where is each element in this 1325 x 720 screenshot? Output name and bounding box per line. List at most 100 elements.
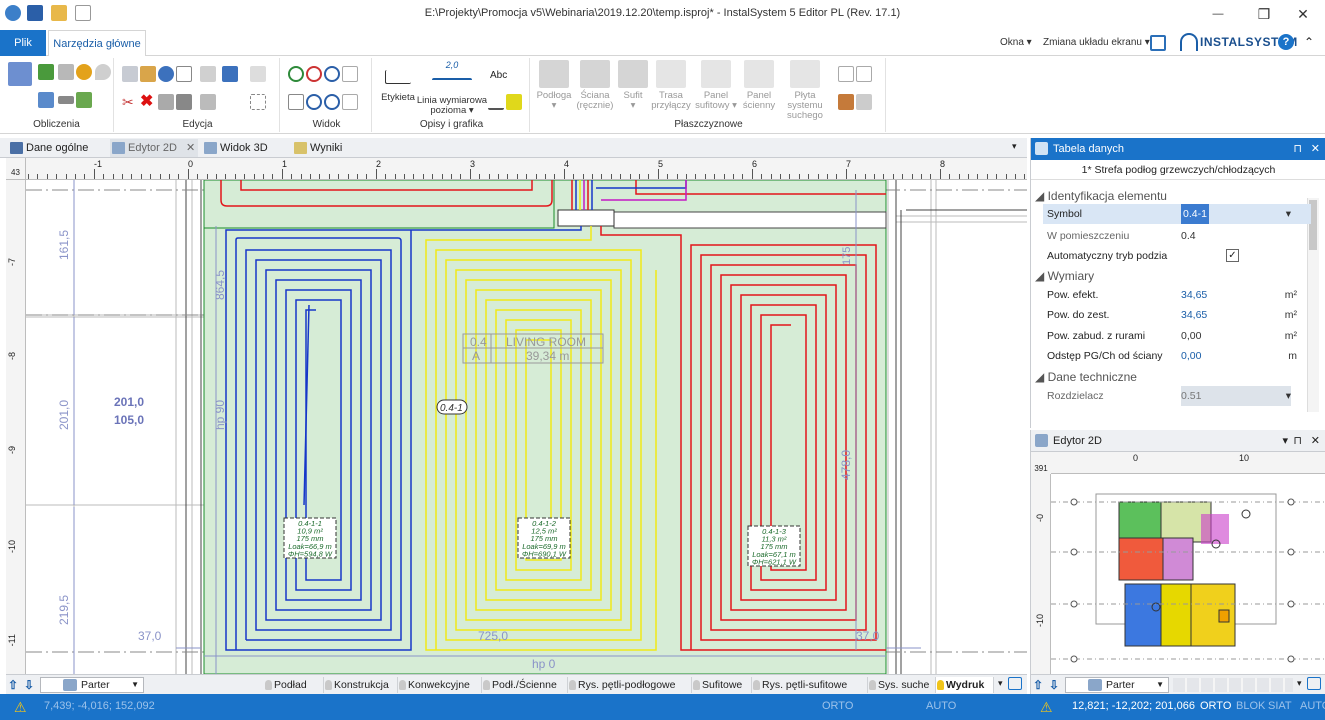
- ruler-icon[interactable]: [58, 96, 74, 104]
- category-technical[interactable]: ◢ Dane techniczne: [1035, 370, 1137, 384]
- row-pow-efekt[interactable]: Pow. efekt. 34,65 m²: [1043, 285, 1311, 305]
- arrow-up-icon[interactable]: ⇧: [8, 677, 24, 693]
- label-button[interactable]: Etykieta: [378, 60, 418, 103]
- odstep-value[interactable]: 0,00: [1181, 346, 1201, 366]
- layers-icon[interactable]: [176, 94, 192, 110]
- auto-checkbox[interactable]: ✓: [1226, 249, 1239, 262]
- zoom-all-icon[interactable]: [324, 94, 340, 110]
- balance-icon[interactable]: [76, 64, 92, 80]
- pow-ef-value[interactable]: 34,65: [1181, 285, 1207, 305]
- dimension-line-button[interactable]: 2,0 Linia wymiarowa pozioma ▾: [416, 60, 488, 116]
- transform-icon[interactable]: [200, 94, 216, 110]
- layer-tab[interactable]: Sufitowe: [692, 677, 752, 693]
- row-pow-zabud[interactable]: Pow. zabud. z rurami 0,00 m²: [1043, 326, 1311, 346]
- rozdz-dropdown[interactable]: ▾: [1286, 386, 1291, 406]
- floor-button[interactable]: Podłoga ▾: [534, 60, 574, 111]
- collapse-ribbon-icon[interactable]: ⌃: [1304, 34, 1320, 50]
- align-icon[interactable]: [222, 66, 238, 82]
- wall-panel-button[interactable]: Panel ścienny: [740, 60, 778, 111]
- tab-general-data[interactable]: Dane ogólne: [8, 139, 108, 157]
- tab-list-dropdown[interactable]: ▾: [1012, 141, 1017, 152]
- tab-results[interactable]: Wyniki: [292, 139, 362, 157]
- layer-more-dropdown[interactable]: ▾: [998, 678, 1003, 689]
- panel-close-icon[interactable]: ✕: [1311, 430, 1320, 452]
- layer-window-icon[interactable]: [1008, 677, 1022, 690]
- table-green-icon[interactable]: [38, 64, 54, 80]
- arrow-down-icon[interactable]: ⇩: [1049, 677, 1065, 693]
- route-button[interactable]: Trasa przyłączy: [650, 60, 692, 111]
- auto-toggle[interactable]: AUTO: [926, 700, 956, 712]
- auto-toggle-2[interactable]: AUTO: [1300, 700, 1325, 712]
- row-auto[interactable]: Automatyczny tryb podzia ✓: [1043, 246, 1311, 266]
- split-icon[interactable]: [200, 66, 216, 82]
- select-area-icon[interactable]: [250, 94, 266, 110]
- siat-toggle[interactable]: SIAT: [1268, 700, 1292, 712]
- orto-toggle[interactable]: ORTO: [822, 700, 853, 712]
- pow-zab-value[interactable]: 0,00: [1181, 326, 1201, 346]
- element-subject[interactable]: 1* Strefa podłog grzewczych/chłodzących: [1031, 160, 1325, 180]
- warning-icon-2[interactable]: ⚠: [1040, 699, 1056, 715]
- warning-icon[interactable]: ⚠: [14, 699, 30, 715]
- arrow-up-icon[interactable]: ⇧: [1033, 677, 1049, 693]
- symbol-dropdown[interactable]: ▾: [1286, 204, 1291, 224]
- windows-menu[interactable]: Okna ▾: [1000, 37, 1032, 48]
- dry-system-button[interactable]: Płyta systemu suchego: [776, 60, 834, 121]
- copy-icon[interactable]: [122, 66, 138, 82]
- drop-icon[interactable]: [95, 64, 111, 80]
- monitor-icon[interactable]: [1150, 35, 1166, 51]
- panel-menu-icon[interactable]: ▾: [1282, 430, 1288, 452]
- blok-toggle[interactable]: BLOK: [1236, 700, 1265, 712]
- bars-icon[interactable]: [856, 94, 872, 110]
- zone-tag[interactable]: 0.4-1: [436, 399, 468, 415]
- tab-editor-2d[interactable]: Edytor 2D ✕: [110, 139, 198, 157]
- layer-tab[interactable]: Sys. suche: [868, 677, 936, 693]
- highlight-icon[interactable]: [506, 94, 522, 110]
- line-tool-icon[interactable]: [488, 94, 504, 110]
- layer-tab[interactable]: Podł./Ścienne: [482, 677, 568, 693]
- mini-map-drawing[interactable]: [1051, 474, 1325, 674]
- arrow-down-icon[interactable]: ⇩: [24, 677, 40, 693]
- paste-icon[interactable]: [140, 66, 156, 82]
- cabinet-icon[interactable]: [58, 64, 74, 80]
- pan-icon[interactable]: [288, 94, 304, 110]
- report-icon[interactable]: [76, 92, 92, 108]
- layer-tab[interactable]: Konwekcyjne: [398, 677, 482, 693]
- category-dimensions[interactable]: ◢ Wymiary: [1035, 269, 1094, 283]
- symbol-value[interactable]: 0.4-1: [1181, 204, 1209, 224]
- row-symbol[interactable]: Symbol 0.4-1 ▾: [1043, 204, 1311, 224]
- panel-close-icon[interactable]: ✕: [1311, 138, 1320, 160]
- grid-edit-icon[interactable]: [838, 66, 854, 82]
- layout-menu[interactable]: Zmiana układu ekranu ▾: [1043, 37, 1150, 48]
- floor-plan-drawing[interactable]: 0.4 LIVING ROOM A 39,34 m 0.4-1 0.4-1-11…: [26, 180, 1027, 674]
- box-icon[interactable]: [176, 66, 192, 82]
- close-tab-icon[interactable]: ✕: [186, 139, 195, 157]
- ceiling-panel-button[interactable]: Panel sufitowy ▾: [692, 60, 740, 111]
- layer-window-icon[interactable]: [1307, 677, 1321, 690]
- layer-tab[interactable]: Wydruk: [936, 677, 994, 693]
- layer-tab[interactable]: Konstrukcja: [324, 677, 398, 693]
- row-room[interactable]: W pomieszczeniu 0.4: [1043, 226, 1311, 246]
- text-abc-button[interactable]: Abc: [490, 70, 507, 81]
- drawing-canvas[interactable]: 0.4 LIVING ROOM A 39,34 m 0.4-1 0.4-1-1 1…: [26, 180, 1027, 674]
- delete-icon[interactable]: ✖: [140, 94, 156, 110]
- mini-more-dropdown[interactable]: ▾: [1297, 678, 1302, 689]
- zoom-prev-icon[interactable]: [306, 94, 322, 110]
- panel-pin-icon[interactable]: ⊓: [1293, 138, 1302, 160]
- category-identification[interactable]: ◢ Identyfikacja elementu: [1035, 189, 1167, 203]
- zoom-out-icon[interactable]: [306, 66, 322, 82]
- layer-tab[interactable]: Podład: [264, 677, 324, 693]
- minimize-button[interactable]: —: [1195, 0, 1241, 28]
- tab-home-tools[interactable]: Narzędzia główne: [48, 30, 146, 57]
- row-rozdzielacz[interactable]: Rozdzielacz 0.51 ▾: [1043, 386, 1311, 406]
- view-options-icon[interactable]: [342, 94, 358, 110]
- close-button[interactable]: ✕: [1280, 0, 1325, 28]
- panel-pin-icon[interactable]: ⊓: [1293, 430, 1302, 452]
- orto-toggle-2[interactable]: ORTO: [1200, 700, 1231, 712]
- chart-icon[interactable]: [38, 92, 54, 108]
- calculator-icon[interactable]: [8, 62, 32, 86]
- row-odstep[interactable]: Odstęp PG/Ch od ściany 0,00 m: [1043, 346, 1311, 366]
- layer-tab[interactable]: Rys. pętli-podłogowe: [568, 677, 692, 693]
- tool-icon[interactable]: [158, 94, 174, 110]
- undo-icon[interactable]: [158, 66, 174, 82]
- zoom-fit-icon[interactable]: [324, 66, 340, 82]
